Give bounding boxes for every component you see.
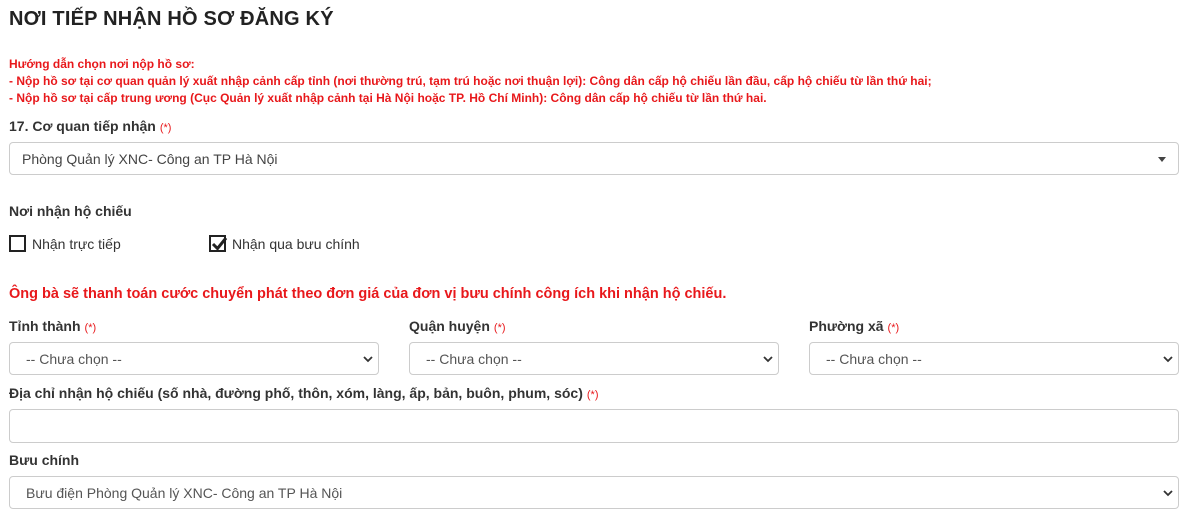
required-marker: (*) [493,322,506,334]
agency-selected-value: Phòng Quản lý XNC- Công an TP Hà Nội [22,150,278,167]
district-label: Quận huyện (*) [409,318,506,334]
receive-direct-checkbox[interactable] [9,235,26,252]
receive-postal-option[interactable]: Nhận qua bưu chính [209,235,360,252]
district-selected-value: -- Chưa chọn -- [426,350,522,367]
province-select[interactable]: -- Chưa chọn -- [9,342,379,375]
receive-label: Nơi nhận hộ chiếu [9,203,132,219]
required-marker: (*) [586,389,599,401]
receive-postal-label: Nhận qua bưu chính [232,235,360,252]
guide-line-1: - Nộp hồ sơ tại cơ quan quản lý xuất nhậ… [9,74,932,88]
post-office-selected-value: Bưu điện Phòng Quản lý XNC- Công an TP H… [26,484,343,501]
agency-select[interactable]: Phòng Quản lý XNC- Công an TP Hà Nội [9,142,1179,175]
chevron-down-icon [1163,490,1173,497]
post-office-label: Bưu chính [9,452,80,468]
section-title: NƠI TIẾP NHẬN HỒ SƠ ĐĂNG KÝ [9,8,334,30]
post-office-select[interactable]: Bưu điện Phòng Quản lý XNC- Công an TP H… [9,476,1179,509]
ward-label: Phường xã (*) [809,318,900,334]
required-marker: (*) [84,322,97,334]
chevron-down-icon [1163,356,1173,363]
checkmark-icon [211,237,228,251]
province-label: Tỉnh thành (*) [9,318,97,334]
guide-heading: Hướng dẫn chọn nơi nộp hồ sơ: [9,57,195,71]
guide-line-2: - Nộp hồ sơ tại cấp trung ương (Cục Quản… [9,91,767,105]
address-input[interactable] [9,409,1179,443]
postage-notice: Ông bà sẽ thanh toán cước chuyển phát th… [9,286,727,302]
receive-direct-option[interactable]: Nhận trực tiếp [9,235,121,252]
ward-selected-value: -- Chưa chọn -- [826,350,922,367]
address-label: Địa chỉ nhận hộ chiếu (số nhà, đường phố… [9,385,599,401]
agency-label: 17. Cơ quan tiếp nhận (*) [9,118,172,134]
chevron-down-icon [763,356,773,363]
district-select[interactable]: -- Chưa chọn -- [409,342,779,375]
required-marker: (*) [159,122,172,134]
caret-down-icon [1158,157,1166,162]
province-selected-value: -- Chưa chọn -- [26,350,122,367]
chevron-down-icon [363,356,373,363]
ward-select[interactable]: -- Chưa chọn -- [809,342,1179,375]
receive-postal-checkbox[interactable] [209,235,228,252]
receive-direct-label: Nhận trực tiếp [32,235,121,252]
required-marker: (*) [887,322,900,334]
